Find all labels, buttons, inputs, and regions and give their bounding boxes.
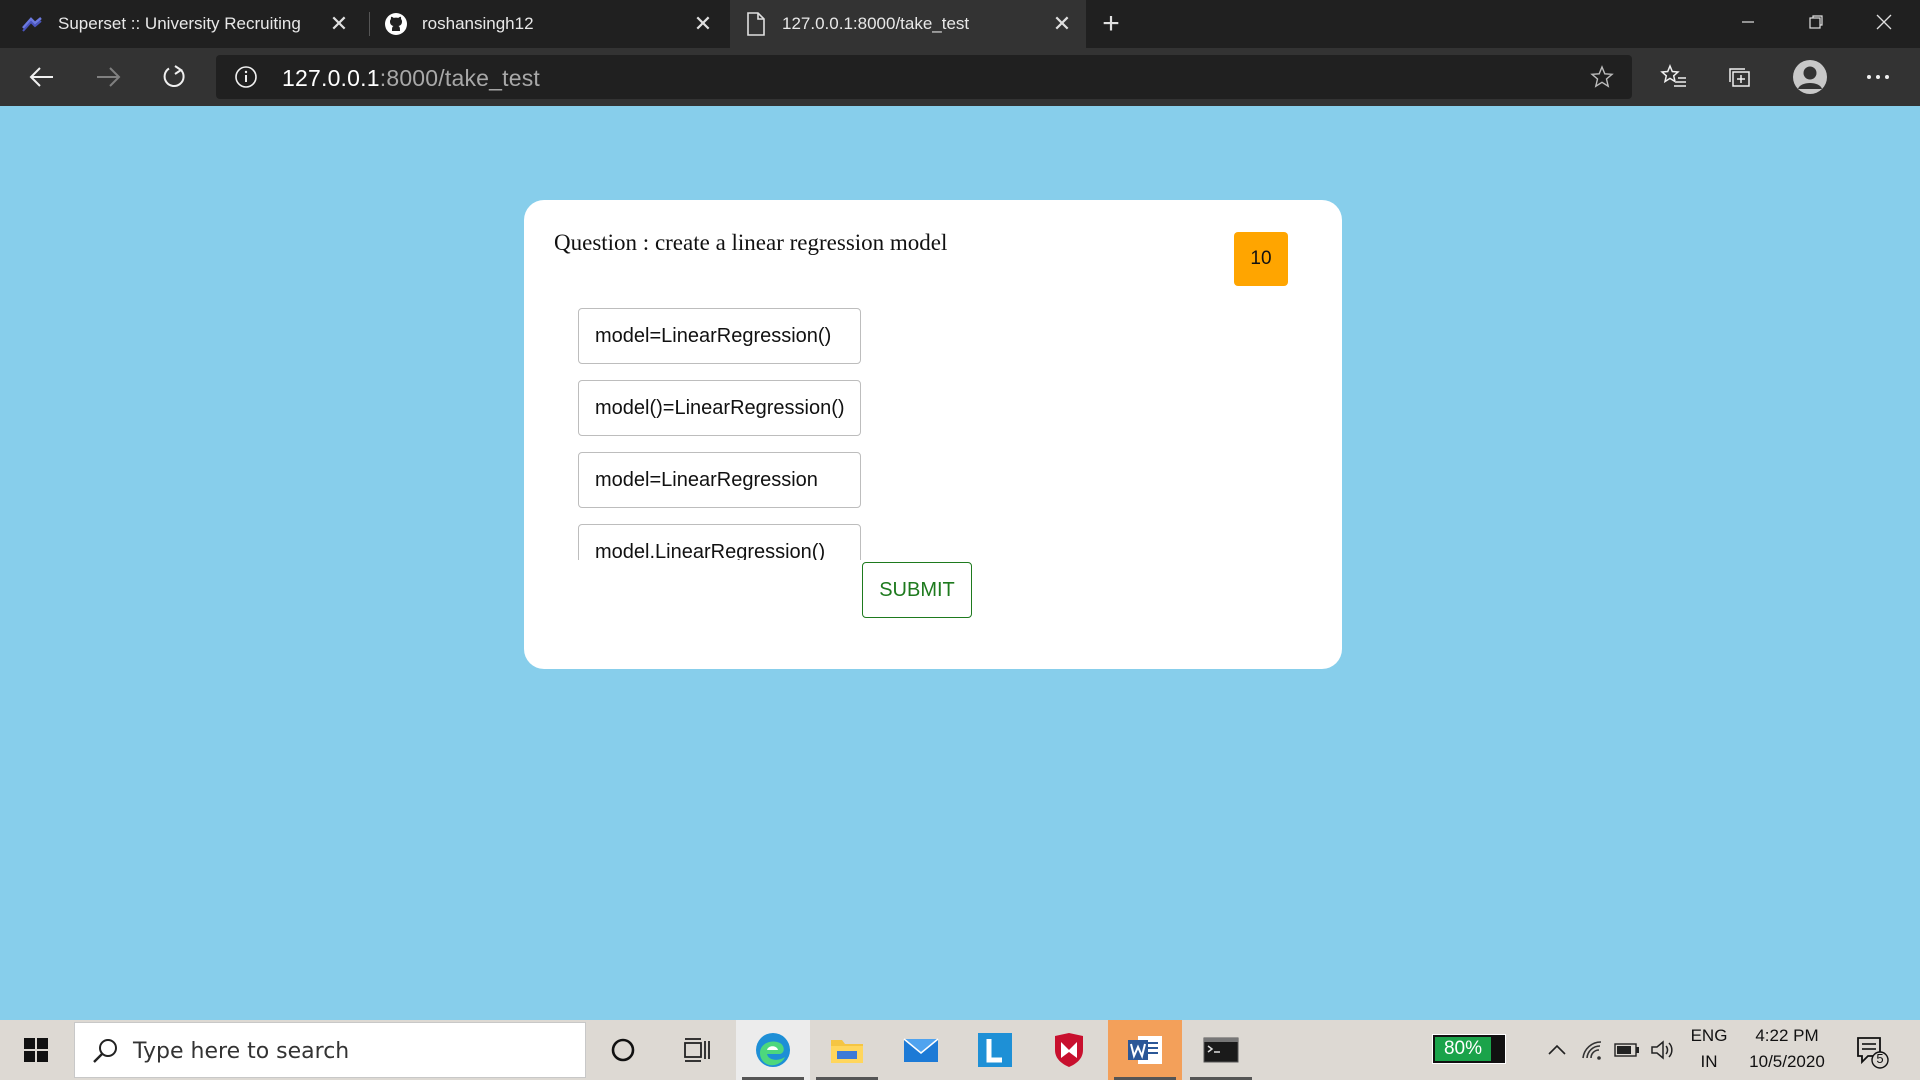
close-icon[interactable]: ✕ [327, 12, 351, 36]
volume-icon[interactable] [1650, 1038, 1676, 1062]
superset-icon [20, 12, 44, 36]
mcafee-icon [1055, 1033, 1083, 1067]
page-icon [744, 12, 768, 36]
tab-title: roshansingh12 [422, 14, 534, 33]
info-icon[interactable] [234, 65, 258, 89]
battery-indicator: 80% [1432, 1034, 1506, 1064]
navigation-bar: 127.0.0.1:8000/take_test [0, 48, 1920, 106]
star-icon[interactable] [1590, 65, 1614, 89]
submit-button[interactable]: SUBMIT [862, 562, 972, 618]
edge-app[interactable] [736, 1020, 810, 1080]
forward-button[interactable] [88, 57, 128, 97]
back-button[interactable] [22, 57, 62, 97]
question-card: Question : create a linear regression mo… [524, 200, 1342, 669]
timer-badge: 10 [1234, 232, 1288, 286]
cortana-button[interactable] [586, 1020, 660, 1080]
cortana-icon [611, 1038, 635, 1062]
clock-time: 4:22 PM [1755, 1026, 1819, 1045]
more-icon[interactable] [1862, 61, 1894, 93]
folder-icon [831, 1040, 863, 1063]
refresh-button[interactable] [154, 57, 194, 97]
mcafee-app[interactable] [1032, 1020, 1106, 1080]
tab-bar: Superset :: University Recruiting ✕ rosh… [0, 0, 1920, 48]
tab-github[interactable]: roshansingh12 ✕ [372, 0, 727, 48]
windows-start-button[interactable] [0, 1020, 72, 1080]
notification-center-button[interactable]: 5 [1854, 1034, 1890, 1070]
word-app[interactable] [1108, 1020, 1182, 1080]
taskbar-search-box[interactable]: Type here to search [74, 1022, 586, 1078]
address-bar[interactable]: 127.0.0.1:8000/take_test [216, 55, 1632, 99]
notification-count: 5 [1876, 1051, 1884, 1066]
chevron-up-icon[interactable] [1544, 1038, 1570, 1062]
favorites-icon[interactable] [1658, 61, 1690, 93]
language-code: ENG [1690, 1026, 1728, 1045]
options-list[interactable]: model=LinearRegression() model()=LinearR… [578, 308, 862, 560]
search-icon [91, 1037, 119, 1065]
close-window-button[interactable] [1852, 0, 1916, 44]
tab-take-test[interactable]: 127.0.0.1:8000/take_test ✕ [730, 0, 1086, 48]
clock-date: 10/5/2020 [1749, 1052, 1825, 1071]
task-view-icon [684, 1038, 710, 1062]
option-button[interactable]: model=LinearRegression [578, 452, 861, 508]
mail-app[interactable] [884, 1020, 958, 1080]
wifi-icon[interactable] [1580, 1038, 1606, 1062]
mail-icon [903, 1038, 939, 1062]
terminal-app[interactable] [1184, 1020, 1258, 1080]
close-icon[interactable]: ✕ [1050, 12, 1074, 36]
word-icon [1128, 1036, 1162, 1064]
clock[interactable]: 4:22 PM 10/5/2020 [1736, 1026, 1838, 1072]
battery-icon[interactable] [1614, 1038, 1640, 1062]
option-button[interactable]: model()=LinearRegression() [578, 380, 861, 436]
windows-icon [24, 1038, 48, 1062]
option-button[interactable]: model.LinearRegression() [578, 524, 861, 560]
new-tab-button[interactable]: + [1095, 8, 1127, 40]
github-icon [384, 12, 408, 36]
close-icon[interactable]: ✕ [691, 12, 715, 36]
region-code: IN [1700, 1052, 1718, 1071]
terminal-icon [1203, 1037, 1239, 1063]
tab-superset[interactable]: Superset :: University Recruiting ✕ [20, 0, 365, 48]
task-view-button[interactable] [660, 1020, 734, 1080]
tab-separator [369, 12, 370, 36]
url-path: :8000/take_test [379, 65, 541, 91]
l-app-icon [978, 1033, 1012, 1067]
file-explorer-app[interactable] [810, 1020, 884, 1080]
tab-title: Superset :: University Recruiting [58, 14, 301, 33]
profile-avatar[interactable] [1792, 59, 1828, 95]
battery-percent: 80% [1443, 1038, 1483, 1059]
search-placeholder: Type here to search [133, 1039, 350, 1064]
tab-title: 127.0.0.1:8000/take_test [782, 14, 970, 33]
collections-icon[interactable] [1724, 61, 1756, 93]
language-indicator[interactable]: ENG IN [1684, 1026, 1734, 1072]
edge-icon [756, 1033, 790, 1067]
option-button[interactable]: model=LinearRegression() [578, 308, 861, 364]
minimize-button[interactable] [1716, 0, 1780, 44]
taskbar: Type here to search 80% ENG IN 4:22 PM 1… [0, 1020, 1920, 1080]
l-app[interactable] [958, 1020, 1032, 1080]
restore-button[interactable] [1784, 0, 1848, 44]
question-text: Question : create a linear regression mo… [554, 230, 948, 255]
url-host: 127.0.0.1 [282, 65, 380, 91]
url-text[interactable]: 127.0.0.1:8000/take_test [282, 65, 540, 91]
